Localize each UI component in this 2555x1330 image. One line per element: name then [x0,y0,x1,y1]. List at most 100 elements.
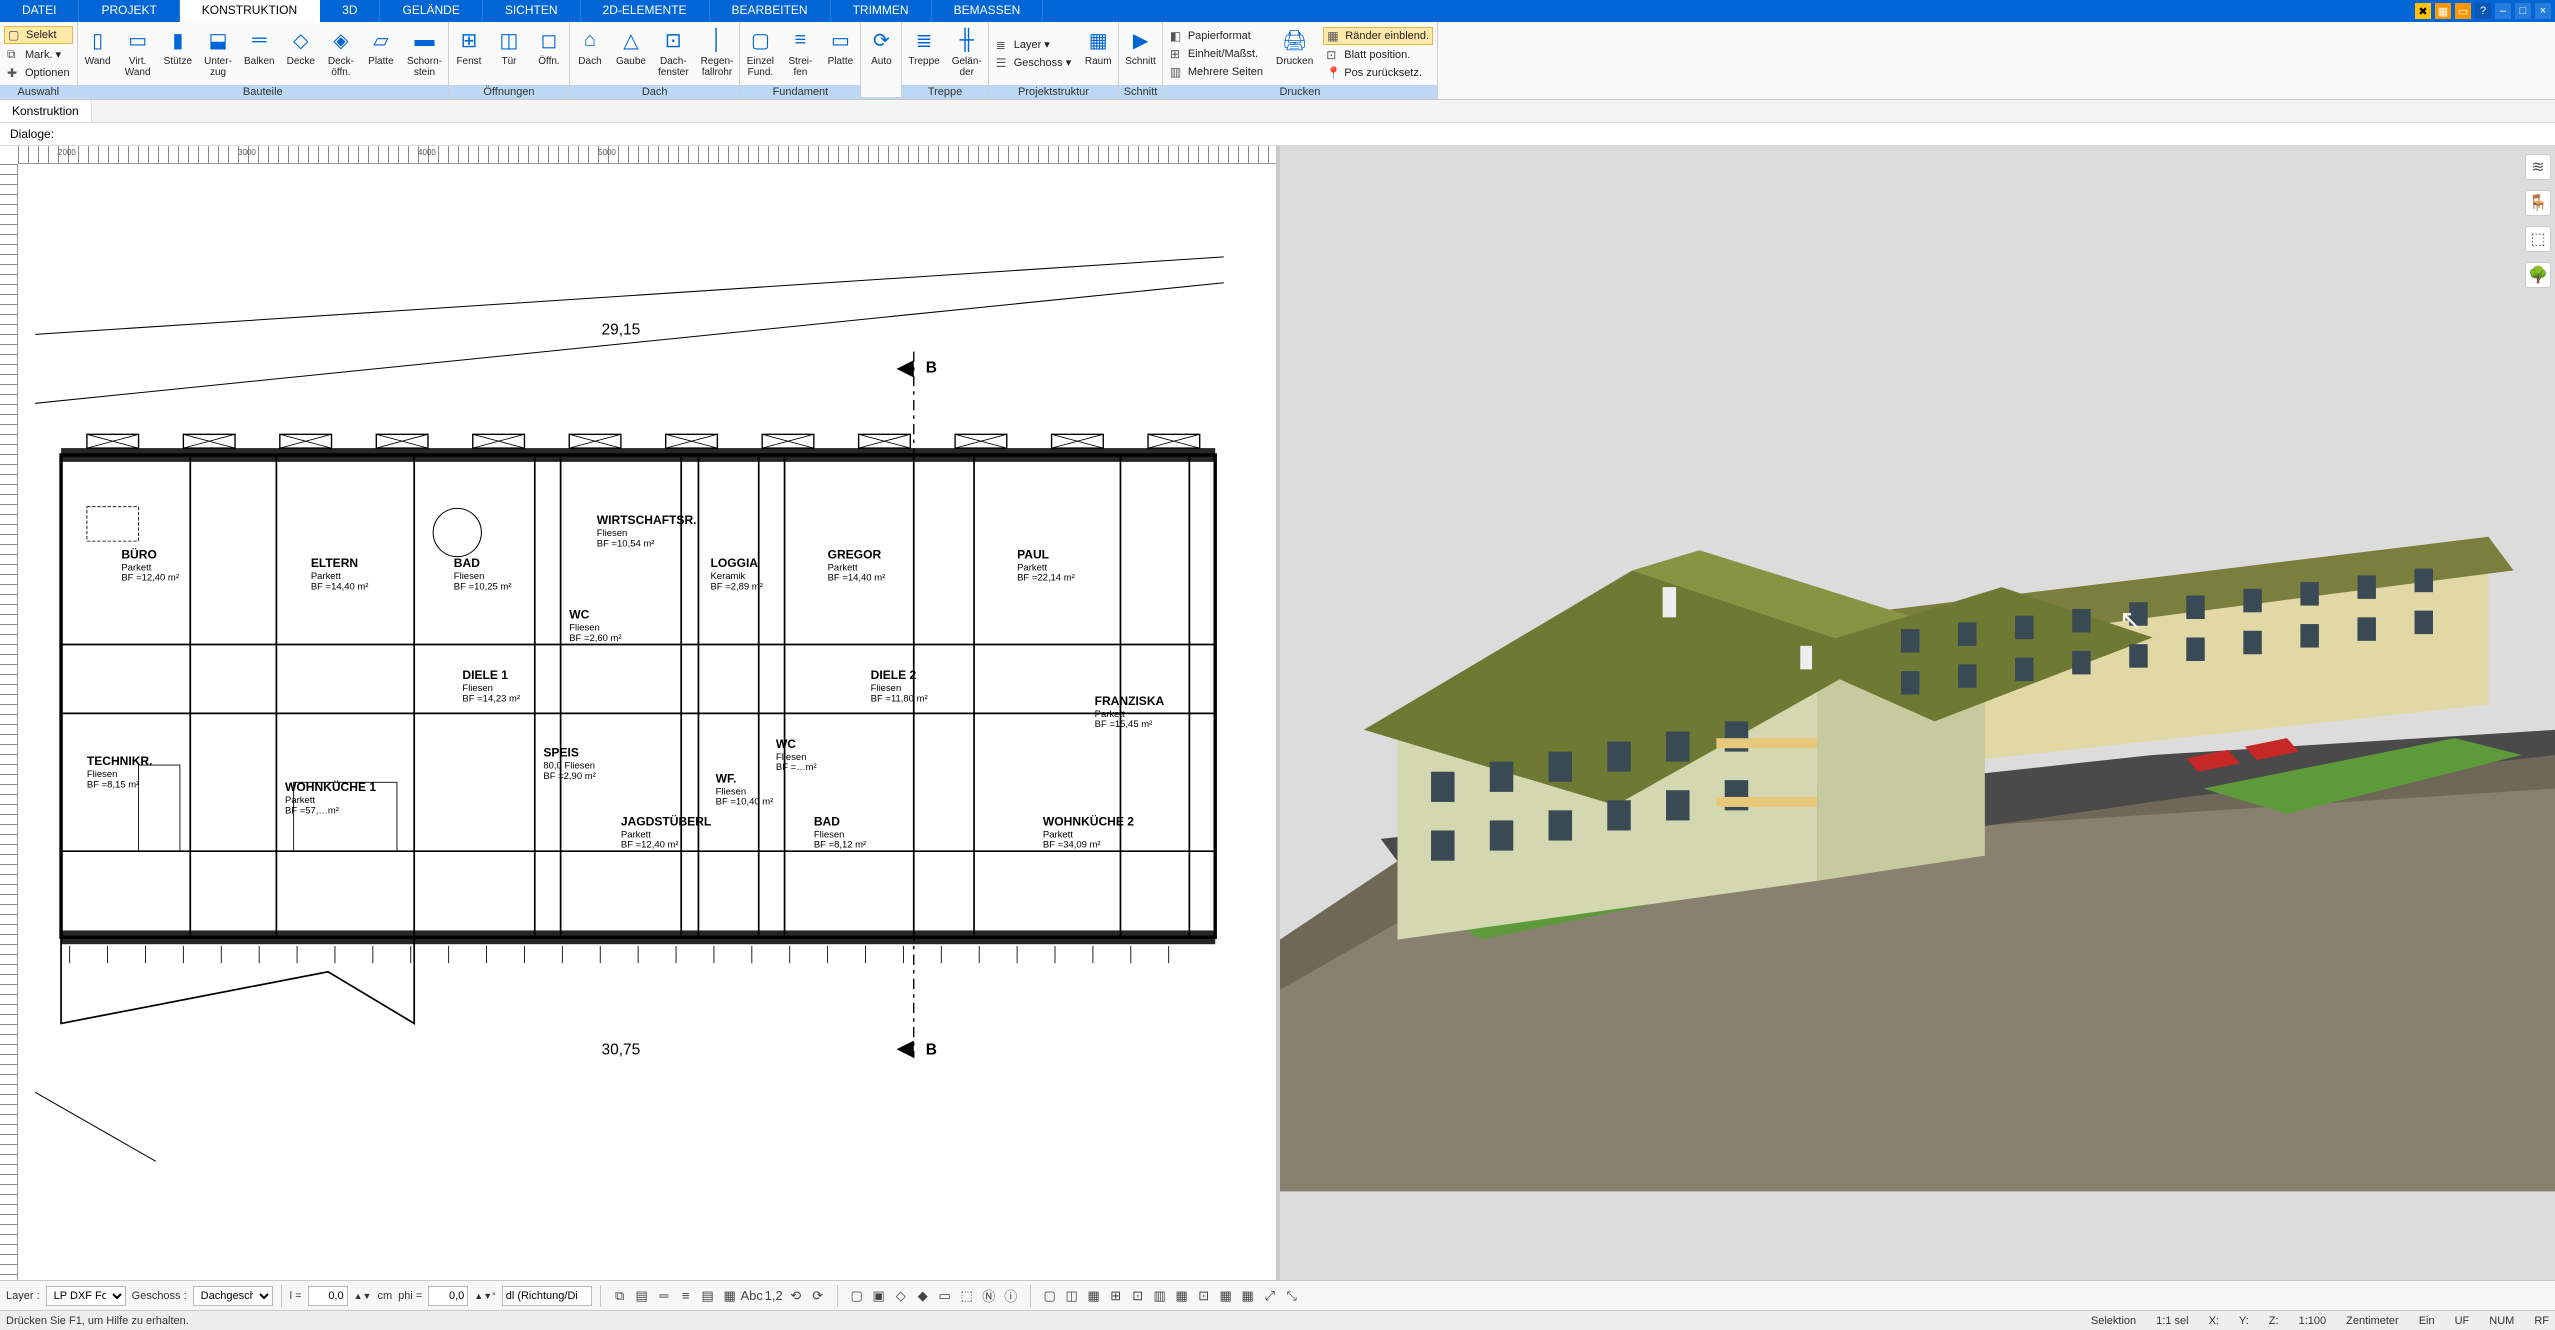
toolbar-btn-buttons2-0[interactable]: ▢ [846,1285,868,1307]
side-button-1[interactable]: 🪑 [2525,190,2551,216]
phi-input[interactable] [428,1286,468,1306]
menu-tab-sichten[interactable]: SICHTEN [483,0,581,22]
menu-tab-trimmen[interactable]: TRIMMEN [831,0,932,22]
subtab-konstruktion[interactable]: Konstruktion [0,100,92,122]
menu-tab-3d[interactable]: 3D [320,0,380,22]
maximize-icon[interactable]: □ [2515,3,2531,19]
ribbon-auto-button[interactable]: ⟳Auto [861,22,901,97]
toolbar-btn-buttons-5[interactable]: ▦ [719,1285,741,1307]
toolbar-btn-buttons-7[interactable]: 1,2 [763,1285,785,1307]
ribbon-platte-button[interactable]: ▭Platte [820,22,860,85]
toolbar-btn-buttons2-6[interactable]: Ⓝ [978,1285,1000,1307]
ribbon-schnitt-button[interactable]: ▶Schnitt [1119,22,1162,85]
ribbon-optionen[interactable]: ✚Optionen [4,65,73,81]
ribbon-fenst-button[interactable]: ⊞Fenst [449,22,489,85]
toolbar-btn-buttons3-0[interactable]: ▢ [1039,1285,1061,1307]
ribbon-group-label: Öffnungen [449,85,569,99]
toolbar-btn-buttons2-5[interactable]: ⬚ [956,1285,978,1307]
ribbon-layer-[interactable]: ≣Layer ▾ [993,37,1075,53]
toolbar-btn-buttons3-8[interactable]: ▦ [1215,1285,1237,1307]
status-uf: UF [2455,1315,2470,1327]
toolbar-btn-buttons3-1[interactable]: ◫ [1061,1285,1083,1307]
menu-tab-bemassen[interactable]: BEMASSEN [932,0,1044,22]
toolbar-btn-buttons2-2[interactable]: ◇ [890,1285,912,1307]
ribbon-t-r-button[interactable]: ◫Tür [489,22,529,85]
toolbar-btn-buttons3-11[interactable]: ⤡ [1281,1285,1303,1307]
geschoss-select[interactable]: Dachgescho [193,1286,273,1306]
ribbon-platte-button[interactable]: ▱Platte [361,22,401,85]
ribbon-papierformat[interactable]: ◧Papierformat [1167,28,1266,44]
ribbon-einheit-ma-st-[interactable]: ⊞Einheit/Maßst. [1167,46,1266,62]
ribbon-balken-button[interactable]: ═Balken [238,22,281,85]
ribbon-gaube-button[interactable]: △Gaube [610,22,652,85]
toolbar-btn-buttons2-4[interactable]: ▭ [934,1285,956,1307]
ribbon-deck-ffn--button[interactable]: ◈Deck- öffn. [321,22,361,85]
help-icon[interactable]: ? [2475,3,2491,19]
layer-select[interactable]: LP DXF Foli [46,1286,126,1306]
menu-tab-konstruktion[interactable]: KONSTRUKTION [180,0,320,22]
ribbon-group-label [861,97,901,99]
toolbar-btn-buttons3-5[interactable]: ▥ [1149,1285,1171,1307]
toolbar-btn-buttons2-7[interactable]: ⓘ [1000,1285,1022,1307]
ribbon-unter-zug-button[interactable]: ⬓Unter- zug [198,22,238,85]
ribbon-wand-button[interactable]: ▯Wand [78,22,118,85]
3d-view[interactable]: ↖ [1276,146,2555,1280]
toolbar-btn-buttons3-9[interactable]: ▦ [1237,1285,1259,1307]
ribbon-dach-button[interactable]: ⌂Dach [570,22,610,85]
ribbon-raum-button[interactable]: ▦Raum [1078,22,1118,85]
ribbon-schorn-stein-button[interactable]: ▬Schorn- stein [401,22,448,85]
ribbon-blatt-position-[interactable]: ⊡Blatt position. [1323,47,1433,63]
toolbar-btn-buttons-0[interactable]: ⧉ [609,1285,631,1307]
menu-tab-bearbeiten[interactable]: BEARBEITEN [710,0,831,22]
ribbon-virt-wand-button[interactable]: ▭Virt. Wand [118,22,158,85]
menu-tab-gelände[interactable]: GELÄNDE [380,0,482,22]
svg-text:B: B [926,359,937,376]
ribbon-selekt[interactable]: ▢Selekt [4,26,73,44]
side-button-3[interactable]: 🌳 [2525,262,2551,288]
layout-icon[interactable]: ▦ [2435,3,2451,19]
dl-input[interactable] [502,1286,592,1306]
ribbon-mark-[interactable]: ⧉Mark. ▾ [4,46,73,63]
ribbon-st-tze-button[interactable]: ▮Stütze [158,22,198,85]
ribbon-regen-fallrohr-button[interactable]: │Regen- fallrohr [695,22,740,85]
side-button-2[interactable]: ⬚ [2525,226,2551,252]
toolbar-btn-buttons-3[interactable]: ≡ [675,1285,697,1307]
toolbar-btn-buttons-8[interactable]: ⟲ [785,1285,807,1307]
toolbar-btn-buttons2-1[interactable]: ▣ [868,1285,890,1307]
ribbon-gel-n-der-button[interactable]: ╫Gelän- der [946,22,988,85]
toolbar-btn-buttons3-7[interactable]: ⊡ [1193,1285,1215,1307]
toolbar-btn-buttons3-2[interactable]: ▦ [1083,1285,1105,1307]
tool-icon[interactable]: ✖ [2415,3,2431,19]
menu-tab-2d-elemente[interactable]: 2D-ELEMENTE [581,0,710,22]
toolbar-btn-buttons3-6[interactable]: ▦ [1171,1285,1193,1307]
toolbar-btn-buttons-2[interactable]: ═ [653,1285,675,1307]
toolbar-btn-buttons-4[interactable]: ▤ [697,1285,719,1307]
toolbar-btn-buttons3-4[interactable]: ⊡ [1127,1285,1149,1307]
ribbon-dach-fenster-button[interactable]: ⊡Dach- fenster [652,22,695,85]
toolbar-btn-buttons-6[interactable]: Abc [741,1285,763,1307]
menu-tab-datei[interactable]: DATEI [0,0,79,22]
floorplan-canvas[interactable]: 29,15BÜROParkettBF =12,40 m²ELTERNParket… [18,164,1276,1280]
ribbon-decke-button[interactable]: ◇Decke [281,22,321,85]
ribbon-mehrere-seiten[interactable]: ▥Mehrere Seiten [1167,64,1266,80]
toolbar-btn-buttons-9[interactable]: ⟳ [807,1285,829,1307]
screen-icon[interactable]: ▭ [2455,3,2471,19]
2d-plan-view[interactable]: 2000300040005000 29,15BÜROParkettBF =12,… [0,146,1276,1280]
toolbar-btn-buttons-1[interactable]: ▤ [631,1285,653,1307]
toolbar-btn-buttons2-3[interactable]: ◆ [912,1285,934,1307]
toolbar-btn-buttons3-10[interactable]: ⤢ [1259,1285,1281,1307]
ribbon-drucken-button[interactable]: 🖨Drucken [1270,22,1319,85]
toolbar-btn-buttons3-3[interactable]: ⊞ [1105,1285,1127,1307]
close-icon[interactable]: × [2535,3,2551,19]
side-button-0[interactable]: ≋ [2525,154,2551,180]
ribbon-einzel-fund--button[interactable]: ▢Einzel Fund. [740,22,780,85]
ribbon-geschoss-[interactable]: ☰Geschoss ▾ [993,55,1075,71]
ribbon-strei-fen-button[interactable]: ≡Strei- fen [780,22,820,85]
ribbon-pos-zur-cksetz-[interactable]: 📍Pos zurücksetz. [1323,65,1433,81]
ribbon-r-nder-einblend-[interactable]: ▦Ränder einblend. [1323,27,1433,45]
ribbon--ffn--button[interactable]: ◻Öffn. [529,22,569,85]
minimize-icon[interactable]: – [2495,3,2511,19]
menu-tab-projekt[interactable]: PROJEKT [79,0,179,22]
l-input[interactable] [308,1286,348,1306]
ribbon-treppe-button[interactable]: ≣Treppe [902,22,945,85]
